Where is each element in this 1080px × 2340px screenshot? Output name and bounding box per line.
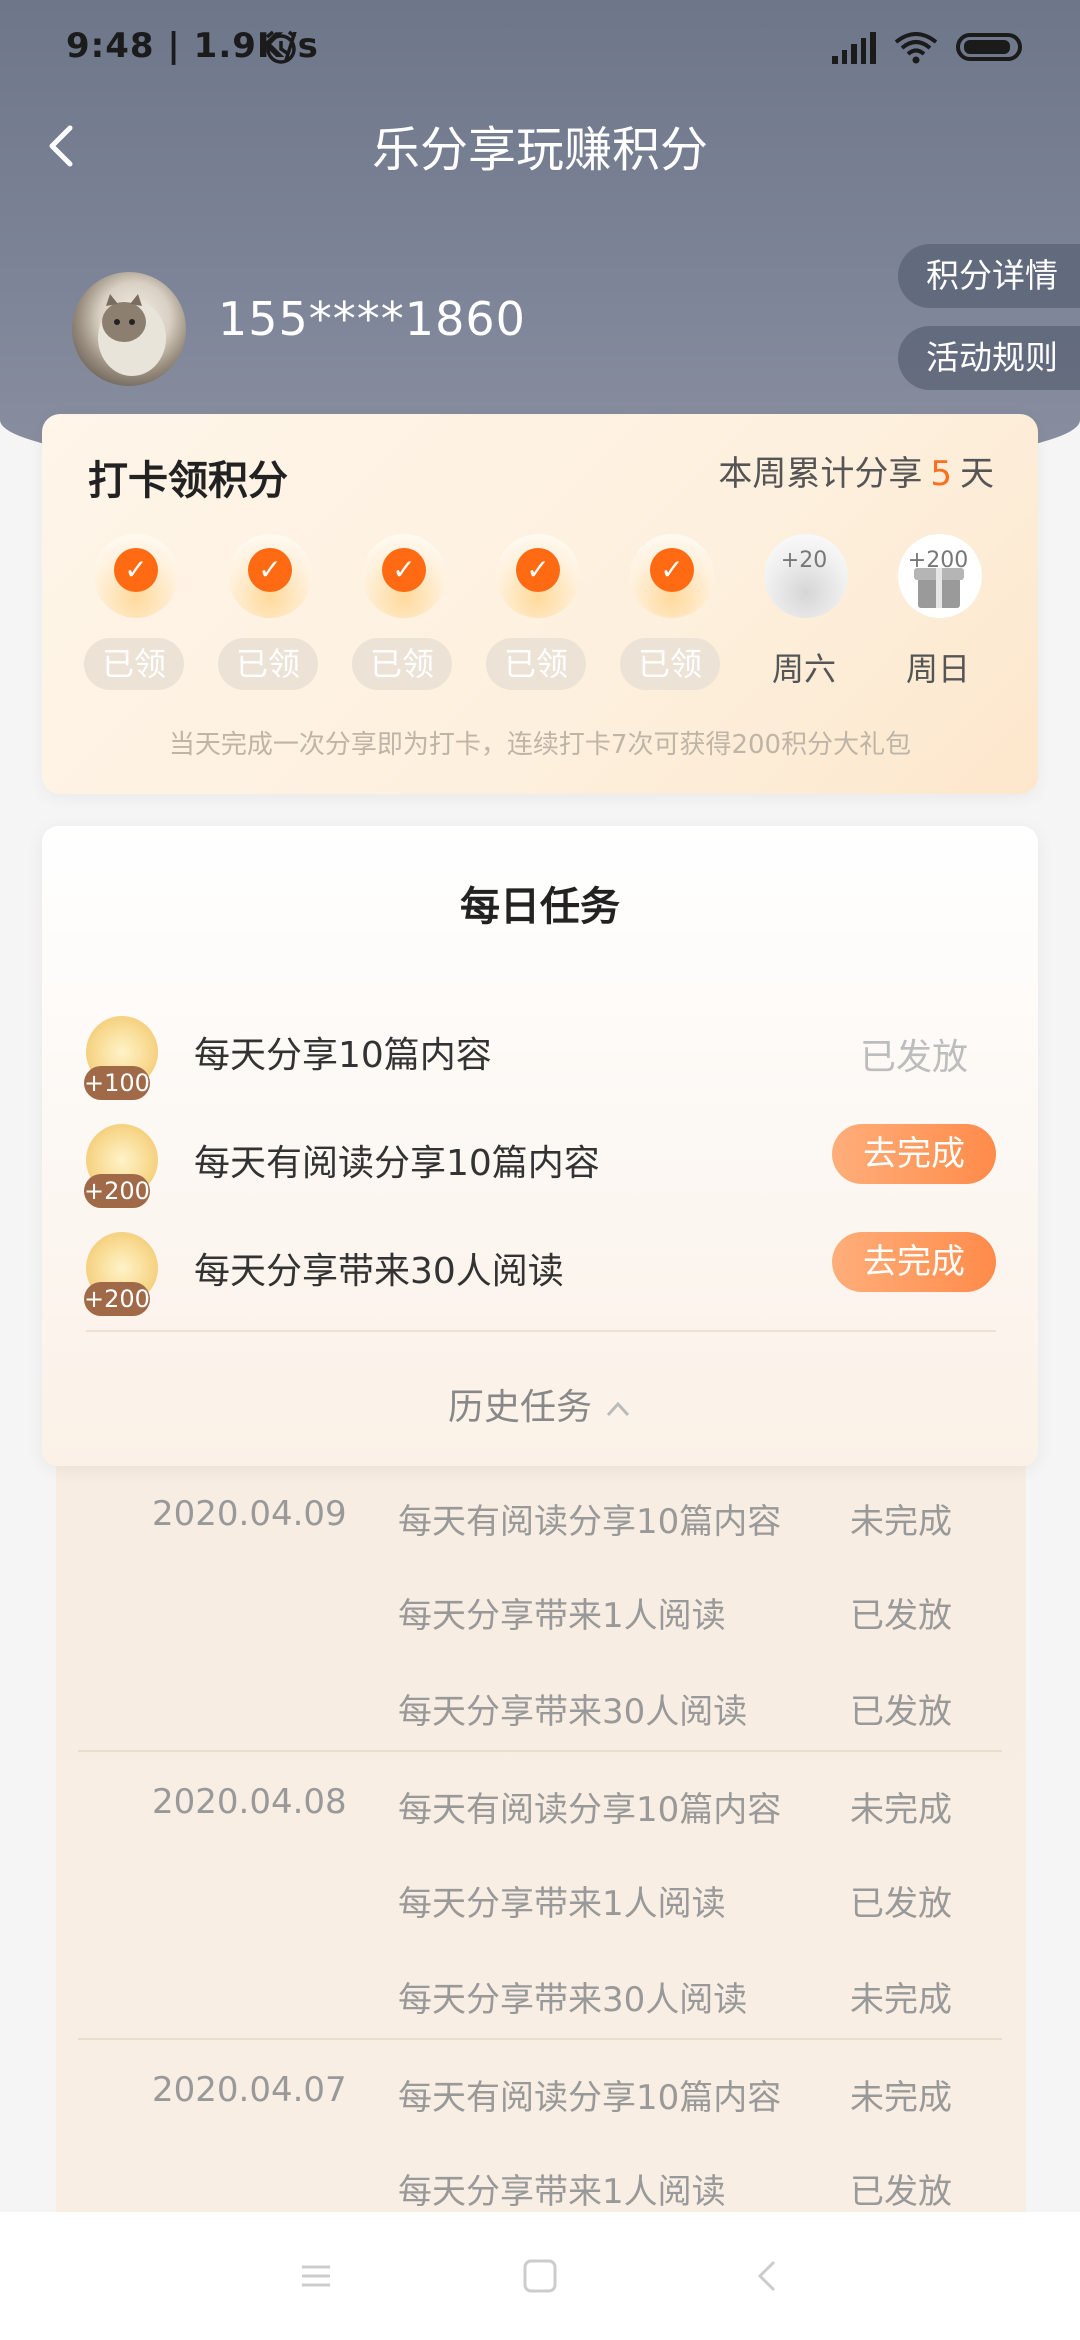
task-name: 每天分享10篇内容: [194, 1035, 492, 1076]
activity-rules-button[interactable]: 活动规则: [898, 326, 1080, 390]
wifi-icon: [894, 30, 938, 64]
history-task: 每天分享带来1人阅读: [398, 1884, 726, 1924]
signal-hd-icon: [832, 30, 876, 64]
home-button[interactable]: [516, 2252, 564, 2300]
day-label: 周日: [905, 650, 970, 688]
history-task: 每天分享带来1人阅读: [398, 1596, 726, 1636]
chevron-up-icon: [606, 1401, 630, 1417]
home-square-icon: [523, 2259, 557, 2293]
week-share-count: 本周累计分享 5 天: [718, 446, 994, 495]
coin-icon: [764, 534, 848, 618]
alarm-icon: [262, 28, 300, 66]
username: 155****1860: [218, 292, 526, 346]
week-share-prefix: 本周累计分享: [718, 454, 923, 494]
back-triangle-icon: [757, 2260, 776, 2292]
week-share-days: 5: [930, 454, 952, 494]
history-row: 每天有阅读分享10篇内容 未完成: [76, 1494, 1006, 1558]
history-status: 未完成: [850, 1502, 952, 1542]
history-task: 每天有阅读分享10篇内容: [398, 1502, 782, 1542]
history-task: 每天分享带来30人阅读: [398, 1980, 748, 2020]
history-row: 每天有阅读分享10篇内容 未完成: [76, 1782, 1006, 1846]
history-row: 每天分享带来1人阅读 已发放: [76, 1588, 1006, 1652]
checkin-day: ✓ 已领: [486, 534, 586, 694]
task-name: 每天分享带来30人阅读: [194, 1251, 564, 1292]
history-status: 未完成: [850, 1980, 952, 2020]
page-title: 乐分享玩赚积分: [371, 122, 708, 178]
divider: [86, 1330, 996, 1332]
checkin-day: ✓ 已领: [218, 534, 318, 694]
points-detail-button[interactable]: 积分详情: [898, 244, 1080, 308]
history-task: 每天分享带来30人阅读: [398, 1692, 748, 1732]
history-task: 每天有阅读分享10篇内容: [398, 1790, 782, 1830]
task-row: +100 每天分享10篇内容 已发放: [42, 1016, 1038, 1106]
daily-tasks-title: 每日任务: [460, 884, 620, 930]
check-icon: ✓: [248, 548, 292, 592]
day-bonus: +20: [780, 548, 828, 573]
history-status: 已发放: [850, 1884, 952, 1924]
checkin-note: 当天完成一次分享即为打卡，连续打卡7次可获得200积分大礼包: [168, 730, 912, 760]
menu-icon: [302, 2265, 330, 2287]
system-back-button[interactable]: [744, 2252, 792, 2300]
task-row: +200 每天分享带来30人阅读 去完成: [42, 1232, 1038, 1322]
history-task: 每天分享带来1人阅读: [398, 2172, 726, 2212]
points-badge: +200: [84, 1174, 150, 1208]
history-tasks-label: 历史任务: [447, 1387, 592, 1428]
history-status: 已发放: [850, 1692, 952, 1732]
check-icon: ✓: [650, 548, 694, 592]
points-badge: +100: [84, 1066, 150, 1100]
checkin-days: ✓ 已领 ✓ 已领 ✓ 已领 ✓ 已领 ✓ 已领 +20 周六 +200 周日: [84, 534, 1004, 694]
history-separator: [78, 2038, 1002, 2040]
task-status: 已发放: [859, 1037, 968, 1078]
complete-task-button[interactable]: 去完成: [832, 1232, 996, 1292]
day-claimed-label: 已领: [352, 638, 452, 690]
history-status: 已发放: [850, 1596, 952, 1636]
points-badge: +200: [84, 1282, 150, 1316]
task-row: +200 每天有阅读分享10篇内容 去完成: [42, 1124, 1038, 1214]
checkin-day: ✓ 已领: [620, 534, 720, 694]
day-claimed-label: 已领: [218, 638, 318, 690]
history-status: 已发放: [850, 2172, 952, 2212]
complete-task-button[interactable]: 去完成: [832, 1124, 996, 1184]
day-claimed-label: 已领: [486, 638, 586, 690]
checkin-day: ✓ 已领: [352, 534, 452, 694]
day-label: 周六: [771, 650, 836, 688]
checkin-day: ✓ 已领: [84, 534, 184, 694]
history-row: 每天分享带来30人阅读 已发放: [76, 1684, 1006, 1748]
checkin-title: 打卡领积分: [88, 458, 288, 504]
battery-icon: [956, 33, 1022, 61]
daily-tasks-card: 每日任务 +100 每天分享10篇内容 已发放 +200 每天有阅读分享10篇内…: [42, 826, 1038, 1466]
week-share-suffix: 天: [960, 454, 994, 494]
history-row: 每天有阅读分享10篇内容 未完成: [76, 2070, 1006, 2134]
history-separator: [78, 1750, 1002, 1752]
history-status: 未完成: [850, 1790, 952, 1830]
day-claimed-label: 已领: [620, 638, 720, 690]
status-bar: 9:48 | 1.9K/s: [0, 0, 1080, 96]
checkin-day-sunday: +200 周日: [888, 534, 988, 694]
checkin-day-saturday: +20 周六: [754, 534, 854, 694]
history-tasks-toggle[interactable]: 历史任务: [42, 1378, 1038, 1430]
day-bonus: +200: [907, 548, 969, 573]
check-icon: ✓: [382, 548, 426, 592]
menu-button[interactable]: [292, 2252, 340, 2300]
gift-icon: [914, 568, 964, 608]
day-claimed-label: 已领: [84, 638, 184, 690]
check-icon: ✓: [516, 548, 560, 592]
system-nav-bar: [0, 2212, 1080, 2340]
history-status: 未完成: [850, 2078, 952, 2118]
checkin-card: 打卡领积分 本周累计分享 5 天 ✓ 已领 ✓ 已领 ✓ 已领 ✓ 已领 ✓ 已领: [42, 414, 1038, 794]
avatar: [72, 272, 186, 386]
history-task: 每天有阅读分享10篇内容: [398, 2078, 782, 2118]
task-name: 每天有阅读分享10篇内容: [194, 1143, 600, 1184]
history-row: 每天分享带来1人阅读 已发放: [76, 1876, 1006, 1940]
history-row: 每天分享带来30人阅读 未完成: [76, 1972, 1006, 2036]
check-icon: ✓: [114, 548, 158, 592]
